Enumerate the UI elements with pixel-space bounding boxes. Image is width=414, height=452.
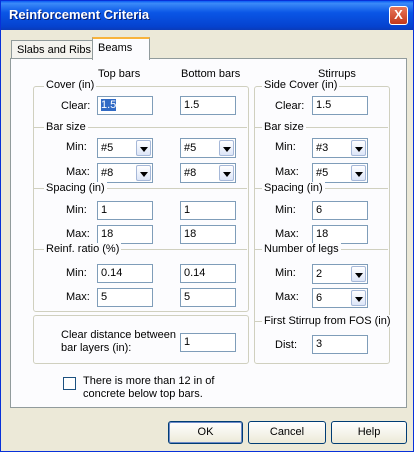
concrete-below-top-bars-checkbox[interactable]: [63, 377, 76, 390]
stirrup-bar-size-min-label: Min:: [275, 141, 296, 153]
spacing-min-label: Min:: [66, 204, 87, 216]
stirrup-bar-size-min-select[interactable]: #3: [312, 138, 368, 158]
chevron-down-icon[interactable]: [219, 165, 234, 181]
first-stirrup-group-label: First Stirrup from FOS (in): [262, 315, 393, 327]
legs-max-select[interactable]: 6: [312, 288, 368, 308]
tab-label: Slabs and Ribs: [17, 44, 91, 56]
first-stirrup-dist-input[interactable]: 3: [312, 335, 368, 354]
bottom-bar-size-min-select[interactable]: #5: [180, 138, 236, 158]
bottom-cover-clear-input[interactable]: 1.5: [180, 96, 236, 115]
cancel-button[interactable]: Cancel: [248, 421, 326, 444]
side-cover-clear-label: Clear:: [275, 100, 305, 112]
clear-distance-label-line2: bar layers (in):: [61, 342, 132, 354]
top-bar-size-min-select[interactable]: #5: [97, 138, 153, 158]
bottom-spacing-max-input[interactable]: 18: [180, 225, 236, 244]
stirrup-spacing-max-label: Max:: [275, 228, 299, 240]
legs-max-label: Max:: [275, 291, 299, 303]
help-button[interactable]: Help: [331, 421, 407, 444]
top-spacing-max-input[interactable]: 18: [97, 225, 153, 244]
selected-value: #8: [184, 167, 197, 179]
window-title: Reinforcement Criteria: [9, 7, 150, 22]
cover-clear-label: Clear:: [61, 100, 91, 112]
reinf-ratio-group-label: Reinf. ratio (%): [44, 243, 122, 255]
stirrup-bar-size-group-label: Bar size: [262, 121, 306, 133]
selected-value: #5: [101, 142, 114, 154]
bar-size-group-label: Bar size: [44, 121, 88, 133]
cover-group-label: Cover (in): [44, 79, 97, 91]
selected-value: #8: [101, 167, 114, 179]
selected-value: #3: [316, 142, 329, 154]
chevron-down-icon[interactable]: [136, 165, 151, 181]
reinf-ratio-max-label: Max:: [66, 291, 90, 303]
stirrup-spacing-min-input[interactable]: 6: [312, 201, 368, 220]
top-reinf-ratio-min-input[interactable]: 0.14: [97, 264, 153, 283]
reinf-ratio-min-label: Min:: [66, 267, 87, 279]
bottom-bar-size-max-select[interactable]: #8: [180, 163, 236, 183]
bottom-bars-header: Bottom bars: [181, 68, 241, 80]
legs-min-label: Min:: [275, 267, 296, 279]
chevron-down-icon[interactable]: [219, 140, 234, 156]
bottom-spacing-min-input[interactable]: 1: [180, 201, 236, 220]
stirrup-spacing-min-label: Min:: [275, 204, 296, 216]
number-of-legs-group-label: Number of legs: [262, 243, 341, 255]
bar-size-min-label: Min:: [66, 141, 87, 153]
spacing-max-label: Max:: [66, 228, 90, 240]
top-cover-clear-input[interactable]: 1.5: [97, 96, 153, 115]
selected-value: #5: [316, 167, 329, 179]
bar-size-max-label: Max:: [66, 166, 90, 178]
chevron-down-icon[interactable]: [351, 165, 366, 181]
concrete-check-label-line2: concrete below top bars.: [83, 388, 203, 400]
top-bar-size-max-select[interactable]: #8: [97, 163, 153, 183]
selected-value: 6: [316, 292, 323, 304]
title-bar: Reinforcement Criteria X: [1, 1, 413, 30]
side-cover-clear-input[interactable]: 1.5: [312, 96, 368, 115]
legs-min-select[interactable]: 2: [312, 264, 368, 284]
chevron-down-icon[interactable]: [351, 140, 366, 156]
selected-value: #5: [184, 142, 197, 154]
stirrup-bar-size-max-select[interactable]: #5: [312, 163, 368, 183]
concrete-check-label-line1: There is more than 12 in of: [83, 375, 215, 387]
stirrup-spacing-max-input[interactable]: 18: [312, 225, 368, 244]
chevron-down-icon[interactable]: [351, 290, 366, 306]
ok-button[interactable]: OK: [168, 421, 243, 444]
top-spacing-min-input[interactable]: 1: [97, 201, 153, 220]
reinforcement-criteria-dialog: Reinforcement Criteria X Slabs and Ribs …: [0, 0, 414, 452]
chevron-down-icon[interactable]: [351, 266, 366, 282]
close-icon: X: [394, 7, 403, 22]
stirrup-bar-size-max-label: Max:: [275, 166, 299, 178]
tab-label: Beams: [98, 42, 133, 54]
spacing-group-label: Spacing (in): [44, 182, 107, 194]
chevron-down-icon[interactable]: [136, 140, 151, 156]
stirrup-spacing-group-label: Spacing (in): [262, 182, 325, 194]
beams-tab-page: Top bars Bottom bars Stirrups Cover (in)…: [10, 58, 407, 408]
clear-distance-input[interactable]: 1: [180, 333, 236, 352]
top-reinf-ratio-max-input[interactable]: 5: [97, 288, 153, 307]
side-cover-group-label: Side Cover (in): [262, 79, 340, 91]
clear-distance-label-line1: Clear distance between: [61, 329, 176, 341]
tab-beams[interactable]: Beams: [92, 37, 150, 60]
bottom-reinf-ratio-min-input[interactable]: 0.14: [180, 264, 236, 283]
bottom-reinf-ratio-max-input[interactable]: 5: [180, 288, 236, 307]
top-bars-header: Top bars: [98, 68, 141, 80]
selected-text: 1.5: [101, 99, 117, 111]
first-stirrup-dist-label: Dist:: [275, 339, 297, 351]
selected-value: 2: [316, 268, 323, 280]
close-button[interactable]: X: [389, 6, 408, 25]
